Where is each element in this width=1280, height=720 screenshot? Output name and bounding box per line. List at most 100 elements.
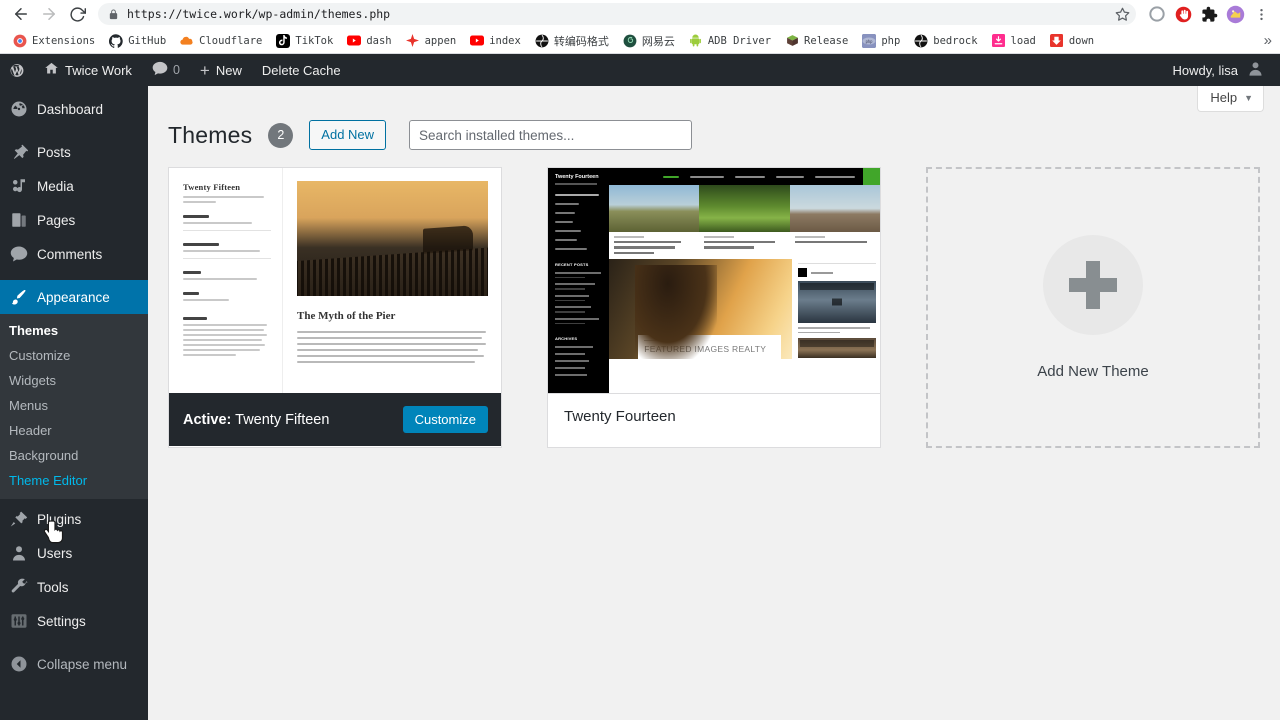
bookmark-label: bedrock: [933, 34, 978, 47]
add-new-theme-card[interactable]: Add New Theme: [926, 167, 1260, 449]
chrome-menu-icon[interactable]: [1250, 3, 1272, 25]
reload-icon[interactable]: [64, 1, 90, 27]
wordpress-logo-icon[interactable]: [0, 54, 34, 86]
plus-icon: [1043, 235, 1143, 336]
plug-icon: [9, 510, 28, 529]
bookmark-item[interactable]: ADB Driver: [682, 32, 778, 50]
bookmark-item[interactable]: 转编码格式: [528, 31, 616, 51]
sidebar-item-media[interactable]: Media: [0, 169, 148, 203]
new-label: New: [215, 62, 242, 78]
bookmark-item[interactable]: Release: [778, 32, 855, 50]
sidebar-item-comments[interactable]: Comments: [0, 237, 148, 271]
theme-card-twenty-fourteen[interactable]: Twenty Fourteen RECENT POSTS ARCHIVES FE…: [547, 167, 881, 449]
sidebar-item-users[interactable]: Users: [0, 536, 148, 570]
bookmark-item[interactable]: php php: [855, 32, 907, 50]
help-tab-button[interactable]: Help ▼: [1197, 86, 1264, 112]
sidebar-item-label: Comments: [37, 246, 103, 262]
wp-body: Dashboard Posts Media Pages Comments App…: [0, 86, 1280, 720]
sidebar-item-dashboard[interactable]: Dashboard: [0, 92, 148, 126]
sidebar-item-header[interactable]: Header: [0, 418, 148, 443]
collapse-menu-label: Collapse menu: [37, 656, 128, 672]
preview-widget-heading: ARCHIVES: [555, 336, 578, 342]
appen-icon: [406, 34, 420, 48]
bookmark-label: ADB Driver: [707, 34, 772, 47]
pages-icon: [9, 211, 28, 230]
sidebar-item-background[interactable]: Background: [0, 443, 148, 468]
preview-sidebar: Twenty Fourteen RECENT POSTS ARCHIVES: [548, 168, 609, 394]
sidebar-item-settings[interactable]: Settings: [0, 604, 148, 638]
bookmark-item[interactable]: bedrock: [907, 32, 984, 50]
bookmark-label: appen: [424, 34, 457, 47]
home-icon: [44, 61, 59, 79]
delete-cache-button[interactable]: Delete Cache: [252, 54, 351, 86]
menu-separator: [0, 271, 148, 280]
site-name-menu[interactable]: Twice Work: [34, 54, 142, 86]
search-input[interactable]: Search installed themes...: [409, 120, 693, 151]
sidebar-item-pages[interactable]: Pages: [0, 203, 148, 237]
preview-topnav-items: [663, 175, 863, 178]
preview-main: FEATURED IMAGES REALTY: [609, 168, 880, 394]
howdy-label: Howdy, lisa: [1172, 62, 1238, 78]
bookmark-item[interactable]: appen: [399, 32, 464, 50]
theme-name: Twenty Fourteen: [548, 393, 880, 440]
sidebar-item-menus[interactable]: Menus: [0, 393, 148, 418]
profile-circle-icon[interactable]: [1146, 3, 1168, 25]
adblock-stop-icon[interactable]: [1172, 3, 1194, 25]
bookmark-item[interactable]: index: [463, 32, 528, 50]
admin-bar-left: Twice Work 0 + New Delete Cache: [0, 54, 351, 86]
preview-content-band: FEATURED IMAGES REALTY: [609, 259, 880, 360]
bookmark-item[interactable]: dash: [340, 32, 398, 50]
paintbrush-icon: [9, 288, 28, 307]
preview-widget: [183, 215, 271, 225]
bookmark-item[interactable]: Cloudflare: [173, 32, 269, 50]
theme-screenshot[interactable]: Twenty Fifteen The Myth of the Pier: [169, 168, 501, 394]
new-content-menu[interactable]: + New: [190, 54, 252, 86]
avatar-icon[interactable]: [1224, 3, 1246, 25]
bookmark-label: dash: [366, 34, 392, 47]
theme-screenshot[interactable]: Twenty Fourteen RECENT POSTS ARCHIVES FE…: [548, 168, 880, 394]
bookmark-label: down: [1068, 34, 1095, 47]
collapse-menu-button[interactable]: Collapse menu: [0, 647, 148, 681]
page-title: Themes: [168, 121, 253, 148]
preview-sidebar: Twenty Fifteen: [169, 168, 283, 394]
menu-separator: [0, 638, 148, 647]
bookmark-item[interactable]: 网易云: [616, 31, 682, 51]
back-arrow-icon[interactable]: [8, 1, 34, 27]
bookmark-item[interactable]: TikTok: [269, 32, 340, 50]
sidebar-item-widgets[interactable]: Widgets: [0, 368, 148, 393]
comments-link[interactable]: 0: [142, 54, 190, 86]
add-new-button[interactable]: Add New: [309, 120, 387, 151]
forward-arrow-icon[interactable]: [36, 1, 62, 27]
chrome-icon: [13, 34, 27, 48]
sidebar-item-theme-editor[interactable]: Theme Editor: [0, 468, 148, 493]
sidebar-item-customize[interactable]: Customize: [0, 343, 148, 368]
sidebar-item-themes[interactable]: Themes: [0, 318, 148, 343]
theme-card-twenty-fifteen[interactable]: Twenty Fifteen The Myth of the Pier Acti…: [168, 167, 502, 449]
active-prefix: Active:: [183, 411, 232, 428]
extensions-puzzle-icon[interactable]: [1198, 3, 1220, 25]
sidebar-item-plugins[interactable]: Plugins: [0, 502, 148, 536]
preview-tagline: [183, 196, 271, 204]
bookmark-label: GitHub: [128, 34, 167, 47]
customize-button[interactable]: Customize: [402, 406, 488, 434]
sidebar-item-label: Tools: [37, 579, 69, 595]
chevron-down-icon: ▼: [1244, 92, 1253, 103]
sidebar-item-appearance[interactable]: Appearance: [0, 280, 148, 314]
user-avatar-icon: [1247, 60, 1264, 80]
bookmark-item[interactable]: Extensions: [6, 32, 102, 50]
sidebar-item-label: Appearance: [37, 289, 110, 305]
bookmark-item[interactable]: load: [985, 32, 1043, 50]
admin-bar-right: Howdy, lisa: [1162, 54, 1280, 86]
bookmark-item[interactable]: GitHub: [102, 32, 173, 50]
sliders-icon: [9, 612, 28, 631]
sidebar-item-tools[interactable]: Tools: [0, 570, 148, 604]
preview-widget: [183, 317, 271, 357]
bookmarks-overflow-button[interactable]: »: [1264, 32, 1272, 49]
account-menu[interactable]: Howdy, lisa: [1162, 54, 1274, 86]
bookmark-item[interactable]: down: [1043, 32, 1101, 50]
comment-icon: [9, 245, 28, 264]
sidebar-item-posts[interactable]: Posts: [0, 135, 148, 169]
bookmark-star-icon[interactable]: [1112, 4, 1132, 24]
bookmark-label: Release: [804, 34, 849, 47]
address-bar[interactable]: https://twice.work/wp-admin/themes.php: [98, 3, 1136, 25]
